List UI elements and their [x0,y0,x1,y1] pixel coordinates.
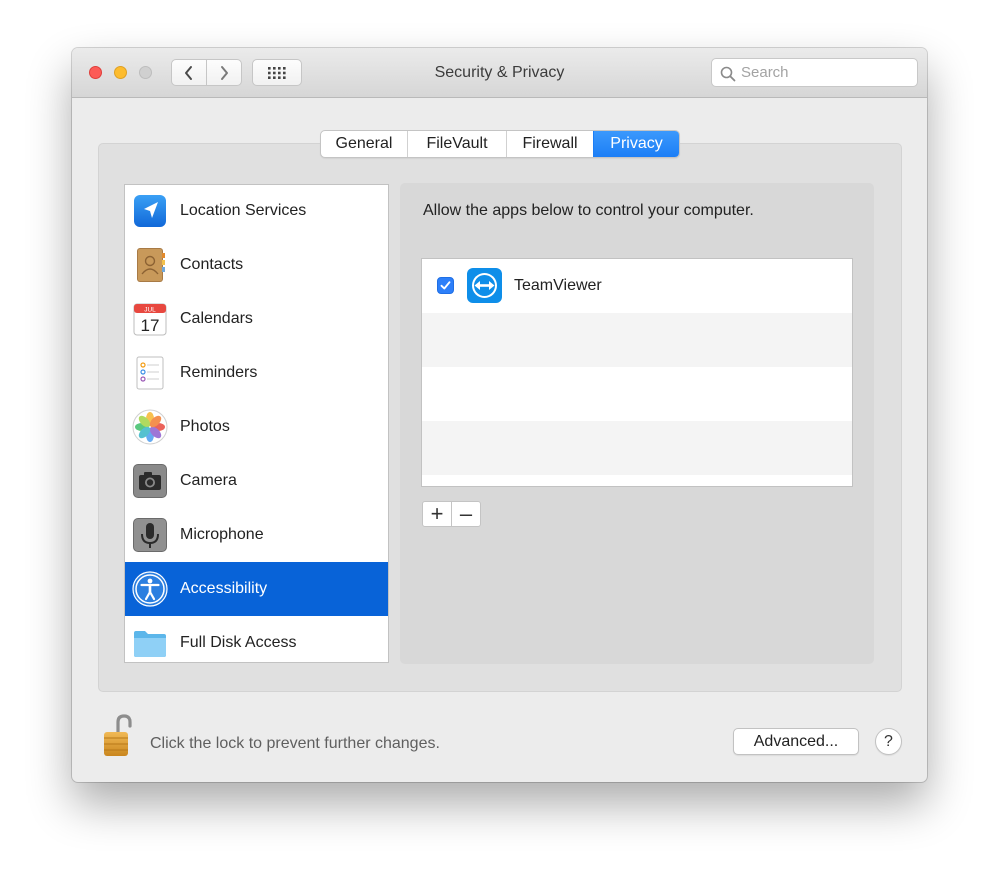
title-bar: Security & Privacy [72,48,927,98]
grid-icon [268,66,286,79]
list-item[interactable]: TeamViewer [422,259,852,313]
sidebar-item-label: Calendars [180,310,253,327]
folder-icon [134,631,166,657]
sidebar-item-label: Accessibility [180,580,268,597]
sidebar-item-camera[interactable]: Camera [125,454,388,508]
empty-row [422,367,852,421]
tab-bar: General FileVault Firewall Privacy [320,130,680,158]
sidebar-item-label: Location Services [180,202,307,219]
sidebar-item-accessibility[interactable]: Accessibility [125,562,388,616]
teamviewer-icon [467,268,502,303]
sidebar-item-microphone[interactable]: Microphone [125,508,388,562]
sidebar-item-label: Contacts [180,256,244,273]
sidebar-item-reminders[interactable]: Reminders [125,346,388,400]
sidebar-item-location-services[interactable]: Location Services [125,185,388,238]
search-field[interactable] [711,58,918,87]
calendar-icon-day: 17 [141,316,160,335]
remove-app-button[interactable]: – [452,502,480,526]
security-privacy-window: Security & Privacy Search General FileVa… [72,48,927,782]
photos-flower-icon [132,409,168,445]
app-name: TeamViewer [514,277,602,294]
search-icon [720,66,736,82]
chevron-left-icon [185,65,192,80]
empty-row [422,421,852,475]
lock-status-text: Click the lock to prevent further change… [150,735,440,752]
lock-icon[interactable] [102,714,134,758]
add-app-button[interactable]: + [423,502,452,526]
empty-row [422,313,852,367]
tab-general[interactable]: General [321,131,407,157]
reminders-icon [136,356,164,390]
sidebar-item-label: Photos [180,418,230,435]
microphone-icon [133,518,167,552]
app-list: TeamViewer [421,258,853,487]
tab-filevault[interactable]: FileVault [407,131,506,157]
chevron-right-icon [221,65,228,80]
calendar-icon-month: JUL [144,307,156,314]
sidebar-item-calendars[interactable]: JUL 17 Calendars [125,292,388,346]
accessibility-icon [132,571,168,607]
tab-firewall[interactable]: Firewall [506,131,593,157]
advanced-button[interactable]: Advanced... [733,728,859,755]
privacy-category-list: Location Services Contacts JUL 17 Calend… [124,184,389,663]
help-button[interactable]: ? [875,728,902,755]
location-arrow-icon [134,195,166,227]
sidebar-item-label: Full Disk Access [180,634,297,651]
contacts-book-icon [137,248,165,282]
sidebar-item-photos[interactable]: Photos [125,400,388,454]
sidebar-item-full-disk-access[interactable]: Full Disk Access [125,616,388,662]
camera-icon [133,464,167,498]
calendar-icon: JUL 17 [133,303,167,336]
forward-button[interactable] [206,59,242,86]
tab-privacy[interactable]: Privacy [593,131,679,157]
sidebar-item-label: Camera [180,472,237,489]
sidebar-item-contacts[interactable]: Contacts [125,238,388,292]
app-checkbox[interactable] [437,277,454,294]
checkmark-icon [440,281,451,290]
sidebar-item-label: Reminders [180,364,258,381]
pane-description: Allow the apps below to control your com… [423,202,754,219]
sidebar-item-label: Microphone [180,526,264,543]
add-remove-control: + – [422,501,481,527]
back-button[interactable] [171,59,207,86]
search-input[interactable] [741,62,911,83]
show-all-button[interactable] [252,59,302,86]
